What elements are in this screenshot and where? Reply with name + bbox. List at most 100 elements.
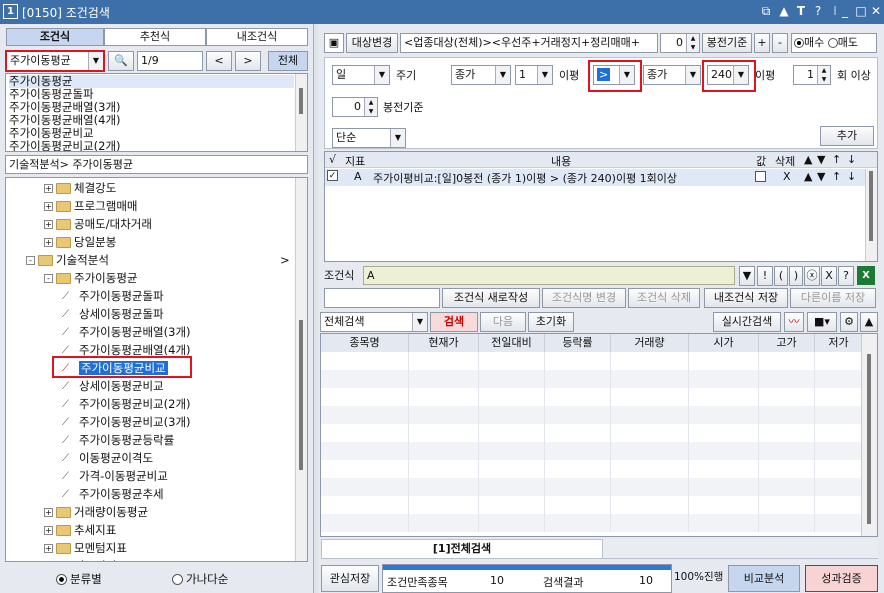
row-bottom-icon[interactable]: ↓ xyxy=(847,170,856,183)
sell-label[interactable]: 매도 xyxy=(838,36,858,49)
tree-item[interactable]: ⟋ 가격-이동평균비교 xyxy=(62,467,168,485)
radio-sell-icon[interactable] xyxy=(827,38,838,48)
table-row[interactable] xyxy=(321,388,863,406)
collapse-icon[interactable]: ▲ xyxy=(860,312,878,332)
target-change-button[interactable]: 대상변경 xyxy=(346,33,398,53)
tree-item[interactable]: - 기술적분석 xyxy=(26,251,109,269)
row-top-icon[interactable]: ↑ xyxy=(832,170,841,183)
grid-header-cell[interactable]: 현재가 xyxy=(409,334,479,352)
tree-item[interactable]: ⟋ 주가이동평균돌파 xyxy=(62,287,164,305)
all-button[interactable]: 전체 xyxy=(268,51,308,71)
condexpr-dropdown[interactable]: ▼ xyxy=(739,266,755,286)
prev-button[interactable]: < xyxy=(206,51,232,71)
period-select[interactable]: 일 ▼ xyxy=(332,65,390,85)
tab-my-conditions[interactable]: 내조건식 xyxy=(206,28,308,46)
result-list-scrollbar[interactable] xyxy=(295,74,307,151)
scope-select[interactable]: 전체검색 ▼ xyxy=(320,312,428,332)
row-value-checkbox[interactable] xyxy=(755,171,766,182)
table-row[interactable] xyxy=(321,496,863,514)
compare-button[interactable]: 비교분석 xyxy=(728,565,800,592)
next-result-button[interactable]: 다음 xyxy=(480,312,526,332)
price2-select[interactable]: 종가 ▼ xyxy=(643,65,701,85)
tree-item[interactable]: ⟋ 주가이동평균비교 xyxy=(52,356,192,378)
font-icon[interactable]: T xyxy=(793,3,809,19)
tab-all-search[interactable]: [1]전체검색 xyxy=(321,539,603,559)
row-down-icon[interactable]: ▼ xyxy=(817,170,825,183)
delete-condition-button[interactable]: 조건식 삭제 xyxy=(628,288,700,308)
tree-item[interactable]: ⟋ 주가이동평균등락률 xyxy=(62,431,174,449)
tree-item[interactable]: + 프로그램매매 xyxy=(44,197,137,215)
condition-name-input[interactable] xyxy=(324,288,440,308)
bongjeon-button[interactable]: 봉전기준 xyxy=(702,33,752,53)
realtime-search-button[interactable]: 실시간검색 xyxy=(713,312,781,332)
save-as-button[interactable]: 다른이름 저장 xyxy=(790,288,876,308)
table-row[interactable] xyxy=(321,460,863,478)
table-row[interactable] xyxy=(321,514,863,532)
tree-item[interactable]: ⟋ 주가이동평균배열(3개) xyxy=(62,323,191,341)
tree-item[interactable]: ⟋ 주가이동평균비교(3개) xyxy=(62,413,191,431)
ma1-select[interactable]: 1 ▼ xyxy=(515,65,553,85)
expand-icon[interactable]: + xyxy=(44,508,53,517)
condexpr-input[interactable]: A xyxy=(363,266,735,285)
grid-header-cell[interactable]: 종목명 xyxy=(321,334,409,352)
new-condition-button[interactable]: 조건식 새로작성 xyxy=(442,288,540,308)
save-my-condition-button[interactable]: 내조건식 저장 xyxy=(704,288,788,308)
tab-recommended[interactable]: 추천식 xyxy=(104,28,206,46)
grid-header-cell[interactable]: 전일대비 xyxy=(479,334,545,352)
tree-item[interactable]: + 공매도/대차거래 xyxy=(44,215,152,233)
bong-stepper[interactable]: 0 ▲ ▼ xyxy=(332,97,378,117)
tree-item[interactable]: + 모멘텀지표 xyxy=(44,539,127,557)
ma2-select[interactable]: 240 ▼ xyxy=(707,65,749,85)
next-button[interactable]: > xyxy=(235,51,261,71)
minimize-icon[interactable]: _ xyxy=(837,3,853,19)
verify-button[interactable]: 성과검증 xyxy=(805,565,878,592)
excel-icon[interactable]: X xyxy=(857,266,875,285)
table-row[interactable] xyxy=(321,478,863,496)
maximize-icon[interactable]: □ xyxy=(853,3,869,19)
chart-icon[interactable]: 〰 xyxy=(784,312,804,332)
results-scrollbar[interactable] xyxy=(861,334,877,536)
search-button[interactable]: 검색 xyxy=(430,312,478,332)
tree-item[interactable]: - 주가이동평균 xyxy=(44,269,137,287)
minus-button[interactable]: - xyxy=(772,33,788,53)
grid-header-cell[interactable]: 고가 xyxy=(759,334,815,352)
save-interest-button[interactable]: 관심저장 xyxy=(321,565,379,592)
tree-scrollbar[interactable] xyxy=(295,178,307,561)
table-row[interactable]: ✓ A 주가이평비교:[일]0봉전 (종가 1)이평 > (종가 240)이평 … xyxy=(325,169,865,186)
mode-select[interactable]: 단순 ▼ xyxy=(332,128,406,148)
collapse-icon[interactable]: - xyxy=(26,256,35,265)
help-icon[interactable]: ? xyxy=(810,3,826,19)
tree-item[interactable]: + 당일분봉 xyxy=(44,233,116,251)
grid-header-cell[interactable]: 등락률 xyxy=(545,334,611,352)
search-input[interactable]: 주가이동평균 ▼ xyxy=(5,50,105,72)
tree-item[interactable]: +변동성지표 xyxy=(44,557,127,561)
bongjeon-stepper[interactable]: 0 ▲ ▼ xyxy=(660,33,700,53)
close-icon[interactable]: ✕ xyxy=(868,3,884,19)
tree-item[interactable]: ⟋ 이동평균이격도 xyxy=(62,449,153,467)
row-up-icon[interactable]: ▲ xyxy=(804,170,812,183)
search-icon[interactable]: 🔍 xyxy=(108,51,134,71)
expand-icon[interactable]: + xyxy=(44,202,53,211)
tree-item[interactable]: + 체결강도 xyxy=(44,179,116,197)
tree-item[interactable]: ⟋ 주가이동평균비교(2개) xyxy=(62,395,191,413)
menu-dropdown-icon[interactable]: ■▾ xyxy=(807,312,837,332)
plus-button[interactable]: + xyxy=(754,33,770,53)
tree-item[interactable]: ⟋ 주가이동평균추세 xyxy=(62,485,164,503)
gear-icon[interactable]: ⚙ xyxy=(840,312,858,332)
rename-condition-button[interactable]: 조건식명 변경 xyxy=(542,288,626,308)
list-item[interactable]: 주가이동평균비교(2개) xyxy=(9,140,294,152)
x-button[interactable]: X xyxy=(821,266,837,286)
stock-icon[interactable]: ▣ xyxy=(324,33,344,53)
expand-icon[interactable]: + xyxy=(44,220,53,229)
radio-alpha[interactable]: 가나다순 xyxy=(172,570,228,588)
table-row[interactable] xyxy=(321,424,863,442)
row-delete[interactable]: X xyxy=(783,170,791,183)
pin-icon[interactable]: ▲ xyxy=(776,3,792,19)
open-paren-button[interactable]: ( xyxy=(774,266,788,286)
operator-select[interactable]: > ▼ xyxy=(593,65,635,85)
expand-icon[interactable]: + xyxy=(44,238,53,247)
restore-icon[interactable]: ⧉ xyxy=(758,3,774,19)
tab-conditions[interactable]: 조건식 xyxy=(6,28,104,46)
not-button[interactable]: ! xyxy=(757,266,773,286)
close-paren-button[interactable]: ) xyxy=(789,266,803,286)
